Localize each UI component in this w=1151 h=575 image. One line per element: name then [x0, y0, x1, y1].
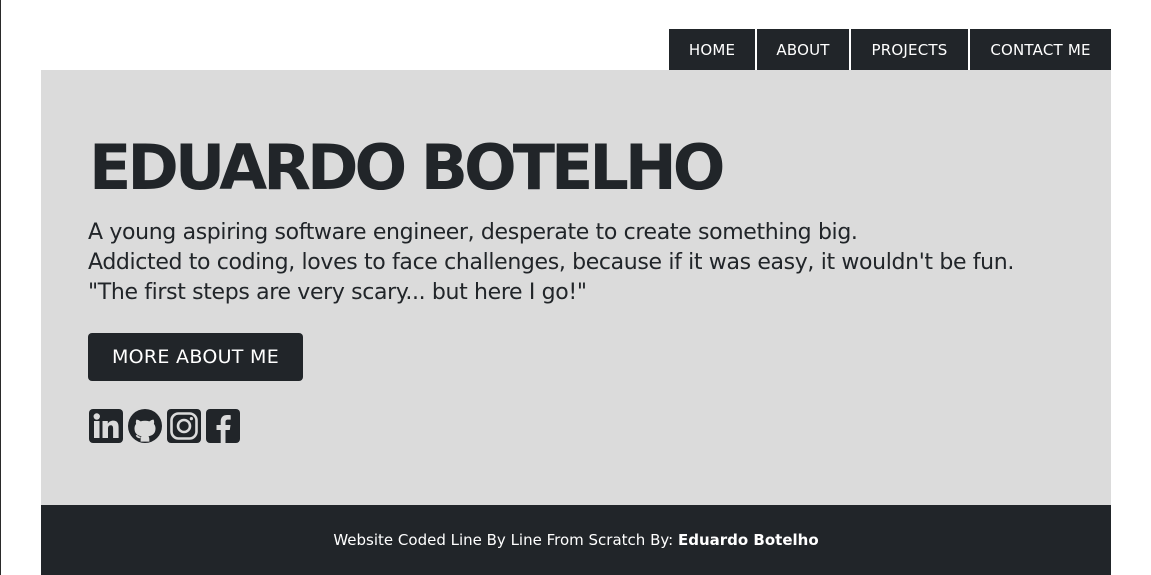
social-links	[88, 408, 241, 444]
instagram-icon[interactable]	[166, 408, 202, 444]
more-about-me-button[interactable]: MORE ABOUT ME	[88, 333, 303, 381]
nav-home[interactable]: HOME	[669, 29, 755, 71]
hero-line-1: A young aspiring software engineer, desp…	[88, 220, 858, 245]
nav-contact-me[interactable]: CONTACT ME	[968, 29, 1111, 71]
hero-line-3: "The first steps are very scary... but h…	[88, 280, 587, 305]
top-navigation: HOME ABOUT PROJECTS CONTACT ME	[669, 29, 1111, 71]
page-title: EDUARDO BOTELHO	[89, 131, 725, 204]
facebook-icon[interactable]	[205, 408, 241, 444]
github-icon[interactable]	[127, 408, 163, 444]
footer-text: Website Coded Line By Line From Scratch …	[333, 531, 678, 549]
footer: Website Coded Line By Line From Scratch …	[41, 505, 1111, 575]
hero-line-2: Addicted to coding, loves to face challe…	[88, 250, 1015, 275]
nav-about[interactable]: ABOUT	[755, 29, 849, 71]
footer-author: Eduardo Botelho	[677, 531, 819, 549]
nav-projects[interactable]: PROJECTS	[849, 29, 968, 71]
hero-section: EDUARDO BOTELHO A young aspiring softwar…	[41, 70, 1111, 505]
hero-description: A young aspiring software engineer, desp…	[88, 218, 1014, 308]
linkedin-icon[interactable]	[88, 408, 124, 444]
page-left-border	[0, 0, 1, 575]
